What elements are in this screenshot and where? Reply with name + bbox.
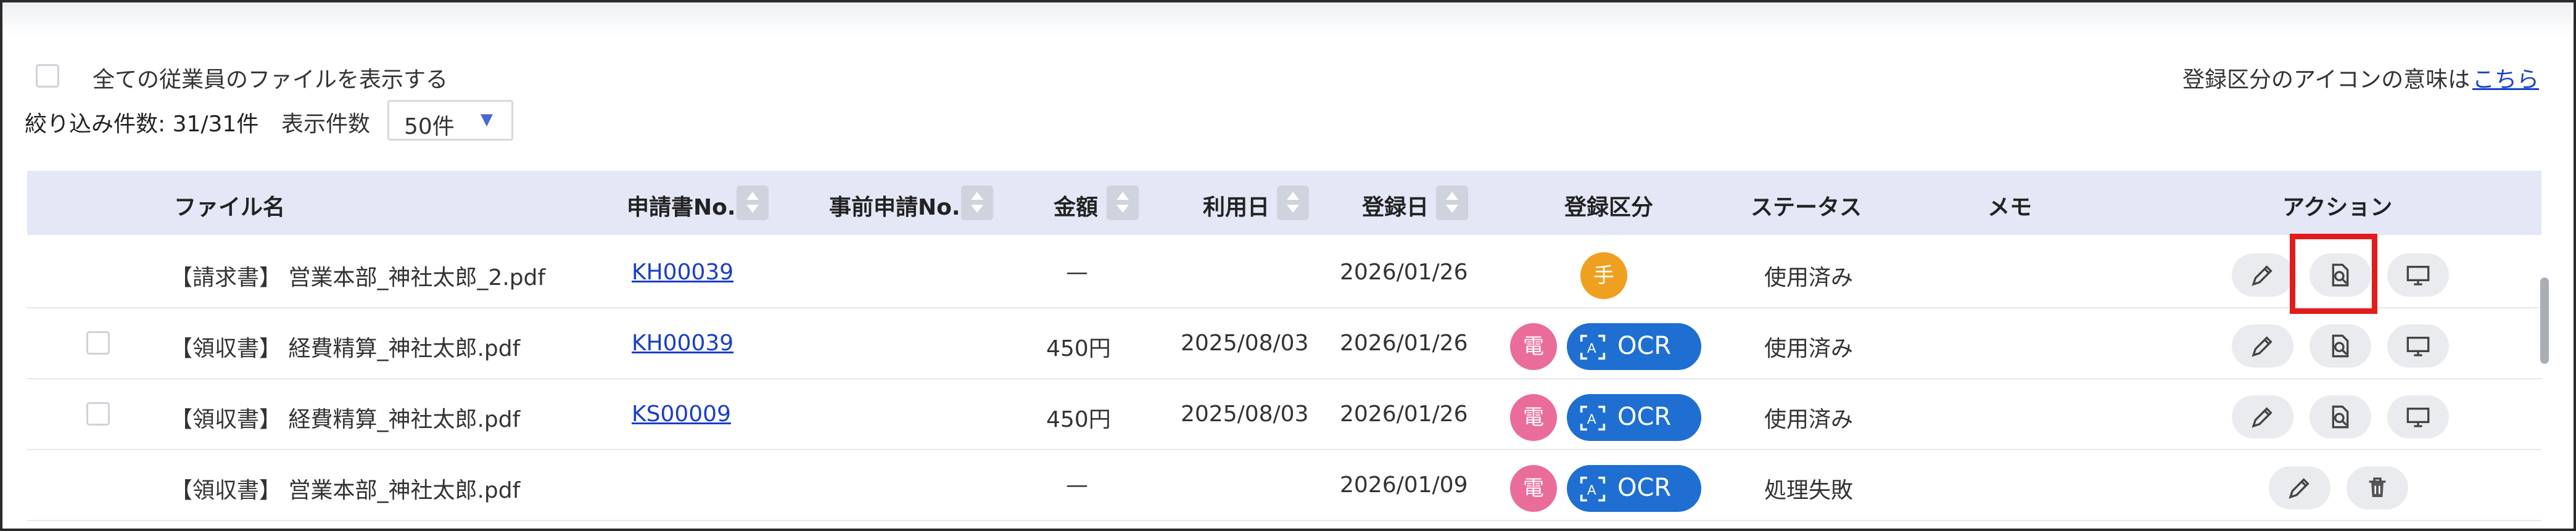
preview-button[interactable] bbox=[2310, 395, 2371, 438]
ocr-label: OCR bbox=[1617, 403, 1672, 431]
ocr-badge: A OCR bbox=[1567, 323, 1701, 370]
amount: 450円 bbox=[1046, 407, 1111, 432]
application-no-link[interactable]: KH00039 bbox=[632, 260, 733, 285]
ocr-scan-icon: A bbox=[1580, 405, 1606, 431]
show-all-checkbox[interactable] bbox=[36, 64, 59, 88]
application-no-link[interactable]: KH00039 bbox=[632, 331, 733, 356]
sort-amount-button[interactable] bbox=[1107, 186, 1139, 220]
electronic-badge: 電 bbox=[1510, 323, 1557, 370]
file-name: 【領収書】 経費精算_神社太郎.pdf bbox=[170, 407, 521, 432]
monitor-icon bbox=[2406, 408, 2430, 427]
file-name: 【領収書】 営業本部_神社太郎.pdf bbox=[170, 478, 521, 503]
monitor-icon bbox=[2406, 266, 2430, 286]
amount: — bbox=[1066, 472, 1088, 498]
ocr-badge: A OCR bbox=[1567, 394, 1701, 441]
col-filename: ファイル名 bbox=[174, 195, 286, 220]
monitor-icon bbox=[2406, 337, 2430, 356]
status: 使用済み bbox=[1764, 336, 1854, 361]
pencil-icon bbox=[2252, 407, 2273, 428]
application-no-link[interactable]: KS00009 bbox=[632, 401, 731, 427]
sort-application-no-button[interactable] bbox=[737, 186, 769, 220]
table-row: 【領収書】 営業本部_神社太郎.pdf — 2026/01/09 電 A OCR… bbox=[27, 450, 2541, 521]
edit-button[interactable] bbox=[2232, 395, 2293, 438]
amount: 450円 bbox=[1046, 336, 1111, 361]
file-search-icon bbox=[2332, 405, 2349, 429]
caret-down-icon: ▼ bbox=[481, 110, 493, 129]
preview-button[interactable] bbox=[2310, 324, 2371, 368]
top-shade bbox=[2, 2, 2571, 36]
file-search-icon bbox=[2332, 334, 2349, 358]
electronic-badge: 電 bbox=[1510, 465, 1557, 512]
ocr-label: OCR bbox=[1617, 474, 1672, 502]
col-registered-date: 登録日 bbox=[1362, 195, 1429, 220]
display-button[interactable] bbox=[2387, 324, 2449, 368]
trash-icon bbox=[2369, 477, 2386, 497]
sort-registered-date-button[interactable] bbox=[1436, 186, 1468, 220]
registered-date: 2026/01/26 bbox=[1340, 260, 1468, 285]
status: 使用済み bbox=[1764, 407, 1854, 432]
highlight-box bbox=[2290, 234, 2377, 314]
col-memo: メモ bbox=[1988, 195, 2033, 220]
status: 使用済み bbox=[1764, 265, 1854, 290]
registered-date: 2026/01/09 bbox=[1340, 472, 1468, 498]
display-button[interactable] bbox=[2387, 395, 2449, 438]
amount: — bbox=[1066, 260, 1088, 285]
per-page-label: 表示件数 bbox=[281, 112, 371, 137]
row-checkbox[interactable] bbox=[86, 402, 110, 426]
table-row: 【領収書】 経費精算_神社太郎.pdf KS00009 450円 2025/08… bbox=[27, 379, 2541, 450]
col-amount: 金額 bbox=[1054, 195, 1099, 220]
ocr-scan-icon: A bbox=[1580, 334, 1606, 360]
ocr-badge: A OCR bbox=[1567, 465, 1701, 512]
registered-date: 2026/01/26 bbox=[1340, 401, 1468, 427]
table-header: ファイル名 申請書No. 事前申請No. 金額 利用日 登録日 登録区分 ステー… bbox=[27, 171, 2541, 235]
sort-usage-date-button[interactable] bbox=[1277, 186, 1309, 220]
delete-button[interactable] bbox=[2347, 466, 2408, 509]
usage-date: 2025/08/03 bbox=[1181, 401, 1309, 427]
col-usage-date: 利用日 bbox=[1203, 195, 1270, 220]
ocr-scan-icon: A bbox=[1580, 476, 1606, 502]
hand-badge: 手 bbox=[1580, 252, 1627, 299]
col-status: ステータス bbox=[1751, 195, 1862, 220]
registered-date: 2026/01/26 bbox=[1340, 331, 1468, 356]
per-page-value: 50件 bbox=[404, 114, 455, 139]
pencil-icon bbox=[2252, 336, 2273, 357]
file-name: 【請求書】 営業本部_神社太郎_2.pdf bbox=[170, 265, 546, 290]
filter-count: 絞り込み件数: 31/31件 bbox=[25, 112, 259, 137]
status: 処理失敗 bbox=[1764, 478, 1854, 503]
ocr-label: OCR bbox=[1617, 332, 1672, 360]
row-checkbox[interactable] bbox=[86, 331, 110, 355]
show-all-label: 全ての従業員のファイルを表示する bbox=[93, 67, 448, 93]
pencil-icon bbox=[2289, 478, 2310, 499]
file-name: 【領収書】 経費精算_神社太郎.pdf bbox=[170, 336, 521, 361]
vertical-scrollbar[interactable] bbox=[2540, 278, 2549, 364]
col-application-no: 申請書No. bbox=[627, 195, 736, 220]
table-row: 【請求書】 営業本部_神社太郎_2.pdf KH00039 — 2026/01/… bbox=[27, 237, 2541, 308]
col-action: アクション bbox=[2282, 195, 2393, 220]
edit-button[interactable] bbox=[2232, 324, 2293, 368]
svg-text:A: A bbox=[1587, 411, 1596, 427]
sort-pre-application-no-button[interactable] bbox=[961, 186, 993, 220]
svg-text:A: A bbox=[1587, 482, 1596, 498]
legend-link[interactable]: こちら bbox=[2472, 62, 2539, 94]
display-button[interactable] bbox=[2387, 253, 2449, 297]
usage-date: 2025/08/03 bbox=[1181, 331, 1309, 356]
col-pre-application-no: 事前申請No. bbox=[829, 195, 960, 220]
svg-text:A: A bbox=[1587, 340, 1596, 356]
edit-button[interactable] bbox=[2232, 253, 2293, 297]
legend-note: 登録区分のアイコンの意味は bbox=[2182, 67, 2471, 93]
col-registration-type: 登録区分 bbox=[1564, 195, 1654, 220]
pencil-icon bbox=[2252, 265, 2273, 286]
table-row: 【領収書】 経費精算_神社太郎.pdf KH00039 450円 2025/08… bbox=[27, 308, 2541, 379]
edit-button[interactable] bbox=[2269, 466, 2330, 509]
per-page-select[interactable]: 50件 ▼ bbox=[387, 100, 513, 141]
electronic-badge: 電 bbox=[1510, 394, 1557, 441]
